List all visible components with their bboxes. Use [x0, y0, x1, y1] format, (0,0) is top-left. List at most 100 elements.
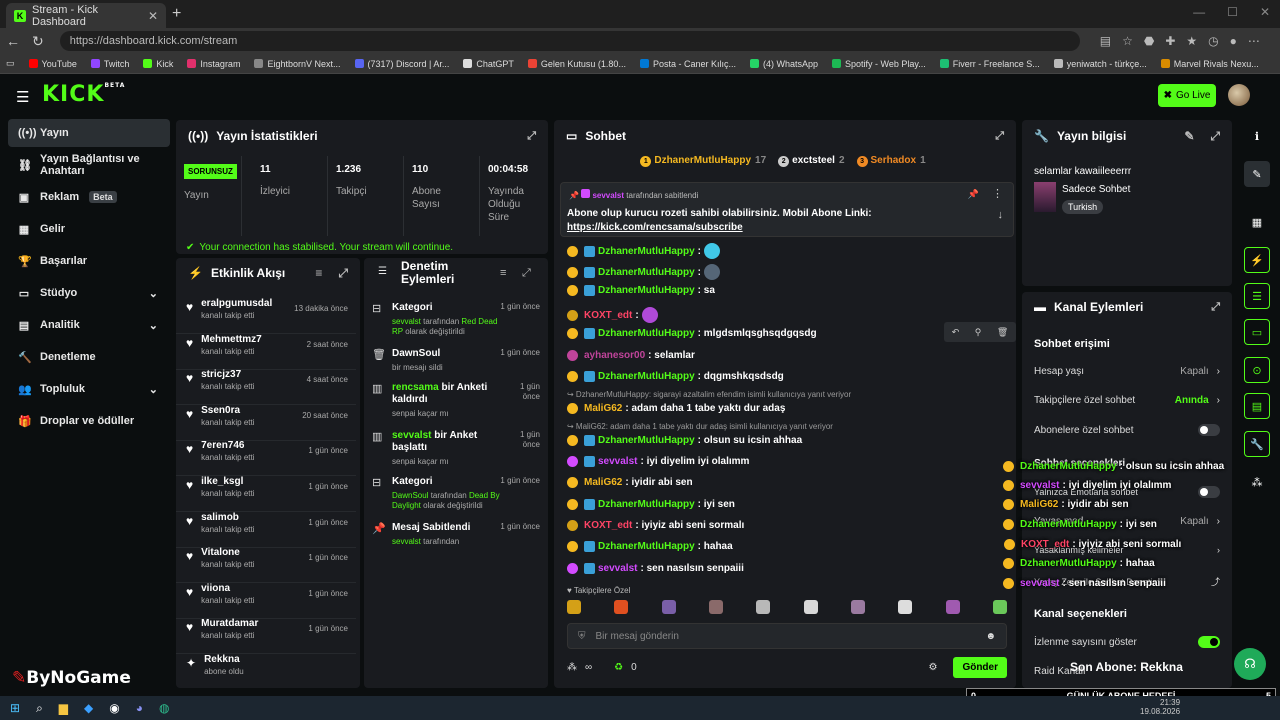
- popout-icon[interactable]: ⤢: [522, 267, 531, 280]
- new-tab-button[interactable]: +: [172, 5, 181, 23]
- chat-username[interactable]: DzhanerMutluHappy: [598, 435, 695, 446]
- chat-username[interactable]: DzhanerMutluHappy: [598, 285, 695, 296]
- profile-icon[interactable]: ●: [1230, 34, 1237, 48]
- top-chatter[interactable]: 2 exctsteel 2: [778, 155, 845, 167]
- send-button[interactable]: Gönder: [953, 656, 1007, 678]
- delete-icon[interactable]: 🗑: [997, 327, 1008, 338]
- chat-username[interactable]: MaliG62: [584, 403, 622, 414]
- star-icon[interactable]: ☆: [1122, 34, 1133, 48]
- list-icon[interactable]: ☰: [1244, 283, 1270, 309]
- layers-icon[interactable]: ▤: [1244, 393, 1270, 419]
- chat-username[interactable]: KOXT_edt: [584, 310, 632, 321]
- history-icon[interactable]: ◷: [1208, 34, 1218, 48]
- sidebar-item-chart[interactable]: ▤ Analitik ⌄: [8, 311, 170, 339]
- sidebar-item-hammer[interactable]: 🔨 Denetleme: [8, 343, 170, 371]
- share-icon[interactable]: ⁂: [1244, 469, 1270, 495]
- chevron-down-icon[interactable]: ⌄: [149, 287, 158, 300]
- emote-icon[interactable]: [945, 600, 960, 614]
- chat-input[interactable]: ⛨ Bir mesaj gönderin ☻: [567, 623, 1007, 649]
- chat-username[interactable]: DzhanerMutluHappy: [598, 328, 695, 339]
- bookmark-item[interactable]: Instagram: [187, 59, 240, 69]
- followers-only-row[interactable]: Takipçilere özel sohbet Anında ›: [1034, 395, 1220, 406]
- chat-username[interactable]: sevvalst: [598, 456, 637, 467]
- more-options-icon[interactable]: ⋮: [992, 187, 1003, 200]
- hamburger-menu-icon[interactable]: ☰: [16, 88, 29, 106]
- top-chatter[interactable]: 1 DzhanerMutluHappy 17: [640, 155, 766, 167]
- close-window-icon[interactable]: ✕: [1260, 5, 1270, 19]
- sidebar-item-broadcast[interactable]: ((•)) Yayın: [8, 119, 170, 147]
- tab-list-icon[interactable]: ▭: [6, 58, 15, 69]
- sidebar-item-trophy[interactable]: 🏆 Başarılar: [8, 247, 170, 275]
- explorer-icon[interactable]: ▆: [59, 701, 68, 715]
- sidebar-item-revenue[interactable]: ▦ Gelir: [8, 215, 170, 243]
- user-avatar[interactable]: [1228, 84, 1250, 106]
- bookmark-item[interactable]: Spotify - Web Play...: [832, 59, 926, 69]
- emote-icon[interactable]: [756, 600, 771, 614]
- bookmark-item[interactable]: Posta - Caner Kılıç...: [639, 59, 736, 69]
- subscribers-only-toggle[interactable]: [1198, 424, 1220, 436]
- emote-icon[interactable]: [708, 600, 723, 614]
- chat-icon[interactable]: ▭: [1244, 319, 1270, 345]
- users-icon[interactable]: ⁂: [567, 662, 577, 673]
- bookmark-item[interactable]: Marvel Rivals Nexu...: [1160, 59, 1259, 69]
- popout-icon[interactable]: ⤢: [527, 130, 536, 143]
- bookmark-item[interactable]: Gelen Kutusu (1.80...: [527, 59, 626, 69]
- chat-username[interactable]: DzhanerMutluHappy: [598, 499, 695, 510]
- vscode-icon[interactable]: ◆: [84, 701, 93, 715]
- chat-username[interactable]: DzhanerMutluHappy: [598, 541, 695, 552]
- pinned-link[interactable]: https://kick.com/rencsama/subscribe: [567, 222, 743, 233]
- emote-icon[interactable]: [992, 600, 1007, 614]
- bookmark-item[interactable]: yeniwatch - türkçe...: [1053, 59, 1147, 69]
- emote-icon[interactable]: [803, 600, 818, 614]
- show-views-row[interactable]: İzlenme sayısını göster: [1034, 636, 1220, 648]
- bookmark-item[interactable]: (7317) Discord | Ar...: [354, 59, 449, 69]
- extension-icon[interactable]: ⬣: [1144, 34, 1154, 48]
- emote-icon[interactable]: [898, 600, 913, 614]
- expand-icon[interactable]: ↓: [998, 209, 1004, 221]
- layout-icon[interactable]: ▦: [1244, 209, 1270, 235]
- chevron-down-icon[interactable]: ⌄: [149, 319, 158, 332]
- reload-icon[interactable]: ↻: [32, 33, 44, 50]
- emoji-icon[interactable]: ☻: [985, 631, 996, 642]
- popout-icon[interactable]: ⤢: [1210, 129, 1220, 144]
- support-button[interactable]: ☊: [1234, 648, 1266, 680]
- reply-icon[interactable]: ↶: [952, 327, 960, 338]
- search-icon[interactable]: ⌕: [36, 701, 43, 716]
- chat-username[interactable]: DzhanerMutluHappy: [598, 267, 695, 278]
- bookmark-item[interactable]: EightbornV Next...: [254, 59, 341, 69]
- chevron-down-icon[interactable]: ⌄: [149, 383, 158, 396]
- edit-icon[interactable]: ✎: [1184, 129, 1194, 143]
- points-icon[interactable]: ♻: [614, 662, 623, 673]
- bolt-icon[interactable]: ⚡: [1244, 247, 1270, 273]
- show-views-toggle[interactable]: [1198, 636, 1220, 648]
- account-age-row[interactable]: Hesap yaşı Kapalı ›: [1034, 366, 1220, 377]
- bookmark-item[interactable]: (4) WhatsApp: [749, 59, 818, 69]
- emote-icon[interactable]: [850, 600, 865, 614]
- top-chatter[interactable]: 3 Serhadox 1: [856, 155, 926, 167]
- discord-icon[interactable]: ◕: [136, 701, 143, 715]
- unpin-icon[interactable]: 📌: [968, 189, 979, 200]
- sidebar-item-studio[interactable]: ▭ Stüdyo ⌄: [8, 279, 170, 307]
- edit-icon[interactable]: ✎: [1244, 161, 1270, 187]
- filter-icon[interactable]: ≡: [315, 266, 322, 280]
- sidebar-item-gift[interactable]: 🎁 Droplar ve ödüller: [8, 407, 170, 435]
- popout-icon[interactable]: ⤢: [1211, 301, 1220, 314]
- emote-icon[interactable]: [614, 600, 629, 614]
- kick-logo[interactable]: KICKBETA: [42, 82, 125, 107]
- bookmark-item[interactable]: Kick: [143, 59, 173, 69]
- obs-icon[interactable]: ◉: [109, 701, 119, 715]
- bookmark-item[interactable]: ChatGPT: [463, 59, 514, 69]
- url-field[interactable]: https://dashboard.kick.com/stream: [59, 31, 1080, 51]
- settings-icon[interactable]: ⚙: [928, 662, 937, 673]
- bookmark-item[interactable]: Fiverr - Freelance S...: [939, 59, 1040, 69]
- chat-username[interactable]: ayhanesor00: [584, 350, 645, 361]
- popout-icon[interactable]: ⤢: [338, 266, 348, 281]
- back-icon[interactable]: ←: [6, 33, 20, 49]
- browser-tab[interactable]: K Stream - Kick Dashboard ✕: [6, 3, 166, 28]
- menu-icon[interactable]: ⋯: [1248, 34, 1260, 48]
- go-live-button[interactable]: ✖ Go Live: [1158, 84, 1216, 107]
- sidebar-item-link[interactable]: ⛓ Yayın Bağlantısı ve Anahtarı: [8, 151, 170, 179]
- puzzle-icon[interactable]: ✚: [1165, 34, 1175, 48]
- chat-username[interactable]: KOXT_edt: [584, 520, 632, 531]
- emote-icon[interactable]: [567, 600, 581, 614]
